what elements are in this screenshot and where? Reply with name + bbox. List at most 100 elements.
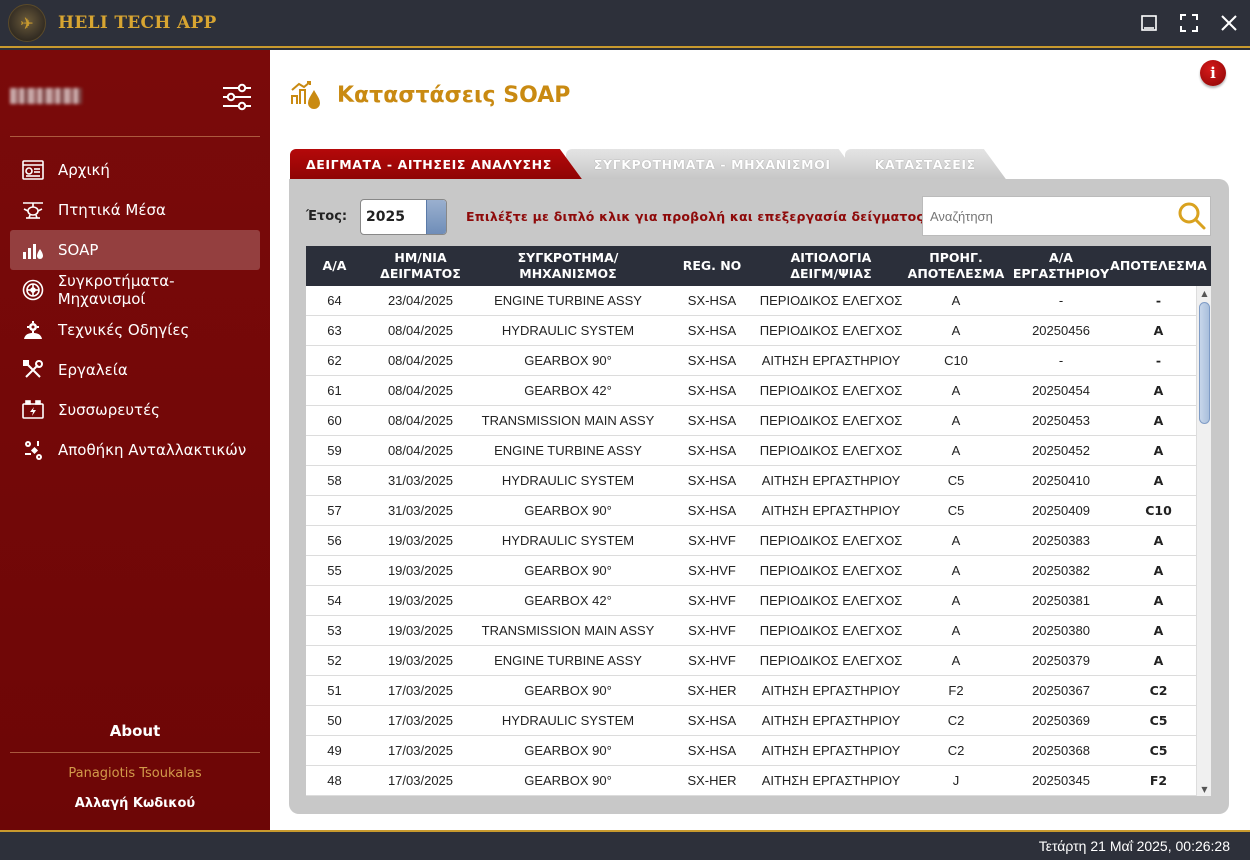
cell-prev-result: A [951,653,961,668]
table-row[interactable]: 49 17/03/2025 GEARBOX 90° SX-HSA ΑΙΤΗΣΗ ΕΡΓΑ… [306,736,1211,766]
cell-prev-result: C2 [947,743,965,758]
cell-prev-result: A [951,413,961,428]
column-header[interactable]: Α/Α ΕΡΓΑΣΤΗΡΙΟΥ [1013,246,1109,286]
cell-date: 08/04/2025 [387,323,454,338]
sidebar-item-home[interactable]: Αρχική [10,150,260,190]
table-row[interactable]: 51 17/03/2025 GEARBOX 90° SX-HER ΑΙΤΗΣΗ ΕΡΓΑ… [306,676,1211,706]
sidebar-item-tools[interactable]: Εργαλεία [10,350,260,390]
cell-index: 51 [327,683,342,698]
settings-sliders-icon[interactable] [220,80,254,114]
table-row[interactable]: 58 31/03/2025 HYDRAULIC SYSTEM SX-HSA ΑΙΤΗΣΗ… [306,466,1211,496]
user-avatar-blurred [10,88,82,104]
table-row[interactable]: 53 19/03/2025 TRANSMISSION MAIN ASSY SX-HVF… [306,616,1211,646]
sidebar-item-batteries[interactable]: Συσσωρευτές [10,390,260,430]
window-controls [1138,10,1240,36]
sidebar-divider [10,752,260,753]
maximize-icon[interactable] [1178,10,1200,36]
vertical-scrollbar[interactable]: ▲ ▼ [1196,286,1211,796]
cell-reg-no: SX-HSA [687,323,737,338]
cell-reason: ΠΕΡΙΟΔΙΚΟΣ ΕΛΕΓΧΟΣ [759,293,903,308]
cell-reg-no: SX-HSA [687,743,737,758]
close-icon[interactable] [1218,10,1240,36]
table-row[interactable]: 56 19/03/2025 HYDRAULIC SYSTEM SX-HVF ΠΕΡΙΟΔ… [306,526,1211,556]
column-header[interactable]: ΠΡΟΗΓ. ΑΠΟΤΕΛΕΣΜΑ [896,246,1016,286]
tab-statuses[interactable]: ΚΑΤΑΣΤΑΣΕΙΣ [845,149,1006,179]
cell-index: 53 [327,623,342,638]
sidebar-item-label: Συγκροτήματα-Μηχανισμοί [57,272,175,308]
cell-date: 19/03/2025 [387,593,454,608]
table-row[interactable]: 62 08/04/2025 GEARBOX 90° SX-HSA ΑΙΤΗΣΗ ΕΡΓΑ… [306,346,1211,376]
table-row[interactable]: 52 19/03/2025 ENGINE TURBINE ASSY SX-HVF ΠΕΡ… [306,646,1211,676]
search-icon[interactable] [1174,198,1210,234]
column-header[interactable]: Α/Α [306,246,363,286]
cell-reason: ΑΙΤΗΣΗ ΕΡΓΑΣΤΗΡΙΟΥ [761,503,901,518]
column-header[interactable]: REG. NO [658,246,766,286]
change-password-link[interactable]: Αλλαγή Κωδικού [10,796,260,811]
cell-lab-no: 20250379 [1032,653,1090,668]
search-input[interactable] [923,197,1174,235]
cell-date: 19/03/2025 [387,563,454,578]
table-row[interactable]: 61 08/04/2025 GEARBOX 42° SX-HSA ΠΕΡΙΟΔΙΚΟΣ … [306,376,1211,406]
cell-index: 60 [327,413,342,428]
column-header[interactable]: ΑΠΟΤΕΛΕΣΜΑ [1106,246,1211,286]
table-row[interactable]: 50 17/03/2025 HYDRAULIC SYSTEM SX-HSA ΑΙΤΗΣΗ… [306,706,1211,736]
table-row[interactable]: 64 23/04/2025 ENGINE TURBINE ASSY SX-HSA ΠΕΡ… [306,286,1211,316]
year-label: Έτος: [306,209,348,224]
sidebar-nav: Αρχική Πτητικά Μέσα SOAP Συγκροτήματα-Μη… [10,150,260,470]
cell-assembly: TRANSMISSION MAIN ASSY [481,413,655,428]
sidebar-item-technical-directives[interactable]: Τεχνικές Οδηγίες [10,310,260,350]
sidebar-item-label: Συσσωρευτές [58,401,160,419]
cell-prev-result: C2 [947,713,965,728]
table-row[interactable]: 63 08/04/2025 HYDRAULIC SYSTEM SX-HSA ΠΕΡΙΟΔ… [306,316,1211,346]
header-label: ΗΜ/ΝΙΑ ΔΕΙΓΜΑΤΟΣ [380,249,461,281]
table-row[interactable]: 59 08/04/2025 ENGINE TURBINE ASSY SX-HSA ΠΕΡ… [306,436,1211,466]
sidebar-item-label: Αποθήκη Ανταλλακτικών [58,441,247,459]
column-header[interactable]: ΑΙΤΙΟΛΟΓΙΑ ΔΕΙΓΜ/ΨΙΑΣ [766,246,896,286]
cell-assembly: GEARBOX 90° [524,683,612,698]
cell-prev-result: A [951,443,961,458]
warehouse-parts-icon [20,439,46,461]
sidebar-item-label: SOAP [58,241,99,259]
cell-date: 19/03/2025 [387,653,454,668]
cell-reason: ΑΙΤΗΣΗ ΕΡΓΑΣΤΗΡΙΟΥ [761,743,901,758]
table-row[interactable]: 55 19/03/2025 GEARBOX 90° SX-HVF ΠΕΡΙΟΔΙΚΟΣ … [306,556,1211,586]
table-row[interactable]: 60 08/04/2025 TRANSMISSION MAIN ASSY SX-HSA… [306,406,1211,436]
cell-lab-no: 20250382 [1032,563,1090,578]
about-link[interactable]: About [10,722,260,740]
cell-lab-no: 20250383 [1032,533,1090,548]
scroll-down-arrow-icon[interactable]: ▼ [1197,782,1211,796]
dropdown-button[interactable] [426,200,446,234]
header-label: ΑΙΤΙΟΛΟΓΙΑ ΔΕΙΓΜ/ΨΙΑΣ [790,249,872,281]
tab-samples-requests[interactable]: ΔΕΙΓΜΑΤΑ - ΑΙΤΗΣΕΙΣ ΑΝΑΛΥΣΗΣ [290,149,582,179]
sidebar-item-parts-warehouse[interactable]: Αποθήκη Ανταλλακτικών [10,430,260,470]
info-icon[interactable]: i [1200,60,1226,86]
cell-prev-result: C5 [947,503,965,518]
cell-lab-no: 20250369 [1032,713,1090,728]
sidebar-item-soap[interactable]: SOAP [10,230,260,270]
cell-prev-result: C5 [947,473,965,488]
sidebar-item-label: Εργαλεία [58,361,128,379]
cell-assembly: HYDRAULIC SYSTEM [501,713,635,728]
table-row[interactable]: 48 17/03/2025 GEARBOX 90° SX-HER ΑΙΤΗΣΗ ΕΡΓΑ… [306,766,1211,796]
column-header[interactable]: ΣΥΓΚΡΟΤΗΜΑ/ ΜΗΧΑΝΙΣΜΟΣ [478,246,658,286]
column-header[interactable]: ΗΜ/ΝΙΑ ΔΕΙΓΜΑΤΟΣ [363,246,478,286]
year-select[interactable]: 2025 [360,199,447,235]
table-row[interactable]: 54 19/03/2025 GEARBOX 42° SX-HVF ΠΕΡΙΟΔΙΚΟΣ … [306,586,1211,616]
minimize-icon[interactable] [1138,10,1160,36]
cell-index: 49 [327,743,342,758]
cell-reg-no: SX-HSA [687,503,737,518]
cell-date: 19/03/2025 [387,623,454,638]
sidebar-item-assemblies[interactable]: Συγκροτήματα-Μηχανισμοί [10,270,260,310]
cell-assembly: GEARBOX 42° [524,383,612,398]
table-row[interactable]: 57 31/03/2025 GEARBOX 90° SX-HSA ΑΙΤΗΣΗ ΕΡΓΑ… [306,496,1211,526]
scrollbar-thumb[interactable] [1199,302,1210,424]
scroll-up-arrow-icon[interactable]: ▲ [1197,286,1211,300]
cell-date: 17/03/2025 [387,683,454,698]
cell-prev-result: J [952,773,960,788]
search-box [922,196,1211,236]
cell-date: 31/03/2025 [387,503,454,518]
tab-assemblies-mechanisms[interactable]: ΣΥΓΚΡΟΤΗΜΑΤΑ - ΜΗΧΑΝΙΣΜΟΙ [566,149,861,179]
cell-index: 58 [327,473,342,488]
sidebar-item-aircraft[interactable]: Πτητικά Μέσα [10,190,260,230]
cell-assembly: ENGINE TURBINE ASSY [494,443,642,458]
